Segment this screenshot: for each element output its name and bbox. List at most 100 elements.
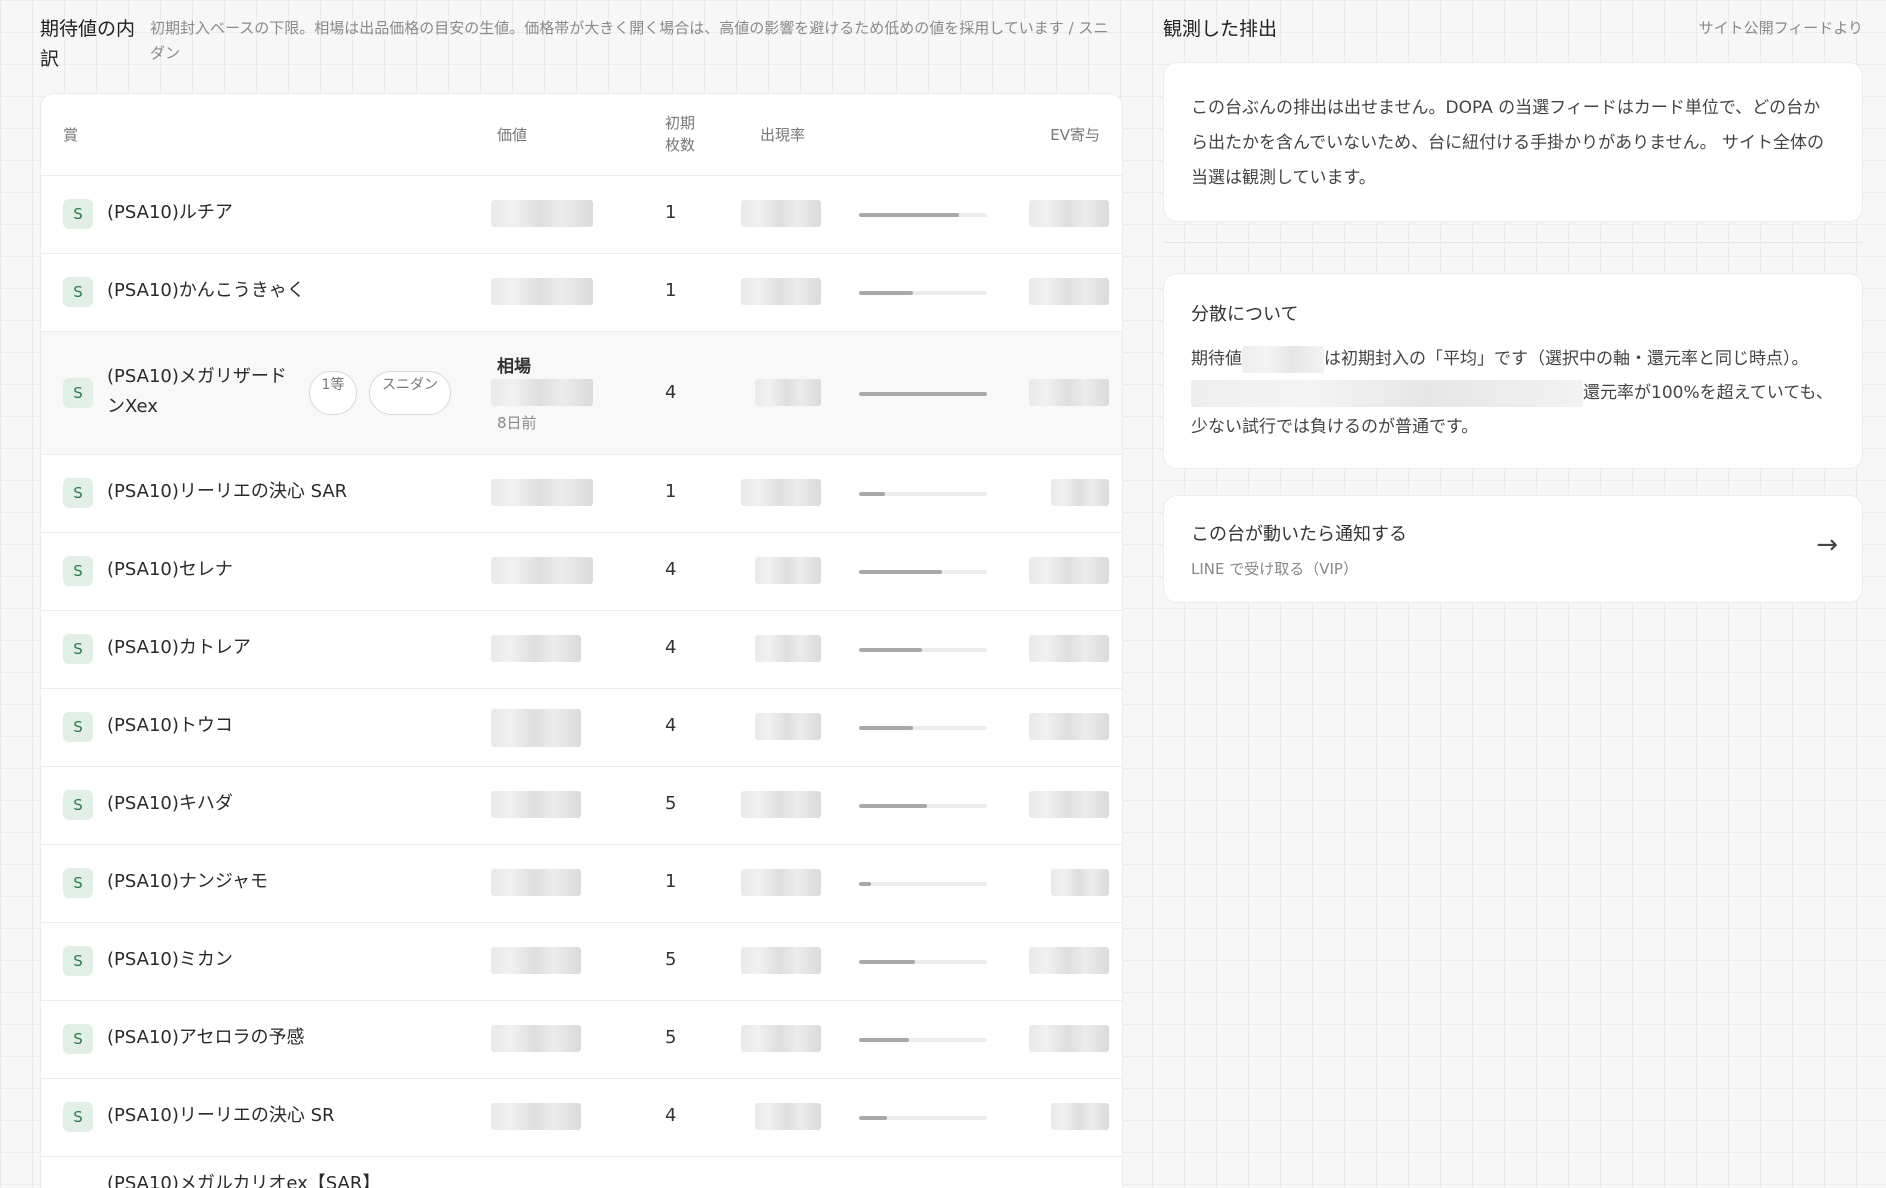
rank-tag: 1等 [309,371,357,415]
col-prize: 賞 [63,126,79,144]
rate-bar [859,492,987,496]
rate-redacted [755,713,821,740]
initial-count: 4 [665,382,677,403]
initial-count: 4 [665,559,677,580]
rate-bar [859,804,987,808]
prize-name: (PSA10)ナンジャモ [107,871,268,892]
rank-badge: S [63,946,93,976]
ev-redacted [1029,635,1109,662]
prize-name: (PSA10)アセロラの予感 [107,1027,305,1048]
rate-bar [859,726,987,730]
right-column: 観測した排出 サイト公開フィードより この台ぶんの排出は出せません。DOPA の… [1163,0,1863,603]
rate-bar-fill [859,804,927,808]
col-rate: 出現率 [760,126,806,144]
rank-badge: S [63,868,93,898]
ev-redacted [1029,200,1109,227]
table-row[interactable]: (PSA10)メガルカリオex【SAR】 [41,1157,1122,1188]
divider [1163,242,1863,243]
breakdown-title: 期待値の内訳 [40,18,136,70]
table-row[interactable]: S (PSA10)リーリエの決心 SAR 1 [41,455,1122,533]
rate-redacted [741,1025,821,1052]
variance-text-b: は初期封入の「平均」です（選択中の軸・還元率と同じ時点）。 [1324,349,1809,369]
observed-title: 観測した排出 [1163,17,1278,40]
arrow-right-icon[interactable]: → [1816,530,1838,560]
table-row[interactable]: S (PSA10)かんこうきゃく 1 [41,254,1122,332]
table-row[interactable]: S (PSA10)トウコ 4 [41,689,1122,767]
rate-bar [859,1038,987,1042]
rate-bar-fill [859,882,871,886]
table-row-highlighted[interactable]: S (PSA10)メガリザードンXex 1等 スニダン 相場 8日前 4 [41,332,1122,455]
prize-name: (PSA10)メガルカリオex【SAR】 [107,1173,381,1188]
table-row[interactable]: S (PSA10)キハダ 5 [41,767,1122,845]
prize-name: (PSA10)リーリエの決心 SAR [107,481,348,502]
prize-name: (PSA10)リーリエの決心 SR [107,1105,335,1126]
table-row[interactable]: S (PSA10)セレナ 4 [41,533,1122,611]
rate-redacted [755,1103,821,1130]
rate-bar-fill [859,726,913,730]
rate-bar-fill [859,291,913,295]
table-header: 賞 価値 初期枚数 出現率 EV寄与 [41,94,1122,176]
rate-redacted [741,479,821,506]
ev-redacted [1029,713,1109,740]
rate-bar [859,392,987,396]
stats-redacted [1191,379,1583,407]
rate-bar [859,570,987,574]
notify-subtitle: LINE で受け取る（VIP） [1191,560,1358,578]
prize-name: (PSA10)ルチア [107,202,233,223]
value-redacted [491,869,581,896]
initial-count: 1 [665,280,677,301]
ev-redacted [1051,479,1109,506]
value-redacted [491,557,593,584]
rate-bar-fill [859,570,943,574]
table-row[interactable]: S (PSA10)リーリエの決心 SR 4 [41,1079,1122,1157]
value-redacted [491,1025,581,1052]
breakdown-note: 初期封入ベースの下限。相場は出品価格の目安の生値。価格帯が大きく開く場合は、高値… [150,19,1109,62]
rank-badge: S [63,712,93,742]
observed-card: この台ぶんの排出は出せません。DOPA の当選フィードはカード単位で、どの台から… [1163,62,1863,222]
rate-redacted [755,557,821,584]
col-ev: EV寄与 [1050,126,1100,144]
value-redacted [491,791,581,818]
table-row[interactable]: S (PSA10)カトレア 4 [41,611,1122,689]
prize-name: (PSA10)ミカン [107,949,233,970]
rank-badge: S [63,790,93,820]
rate-bar [859,291,987,295]
source-tag: スニダン [369,371,451,415]
rank-badge: S [63,556,93,586]
prize-name: (PSA10)カトレア [107,637,251,658]
rate-redacted [741,278,821,305]
table-row[interactable]: S (PSA10)アセロラの予感 5 [41,1001,1122,1079]
rate-bar-fill [859,392,987,396]
notify-card[interactable]: この台が動いたら通知する LINE で受け取る（VIP） → [1163,495,1863,603]
initial-count: 4 [665,715,677,736]
value-redacted [491,479,593,506]
ev-redacted [1029,379,1109,406]
initial-count: 5 [665,949,677,970]
variance-title: 分散について [1191,304,1299,325]
rate-bar-fill [859,648,922,652]
rate-bar [859,648,987,652]
rank-badge: S [63,277,93,307]
value-redacted [491,200,593,227]
initial-count: 1 [665,202,677,223]
prize-name: (PSA10)メガリザードンXex [107,366,287,417]
rank-badge: S [63,1024,93,1054]
rate-bar [859,1116,987,1120]
notify-title: この台が動いたら通知する [1191,524,1407,545]
value-redacted [491,947,581,974]
value-redacted [491,709,581,747]
ev-redacted [1029,947,1109,974]
rank-badge: S [63,378,93,408]
ev-redacted [1029,791,1109,818]
rate-redacted [741,200,821,227]
prize-name: (PSA10)セレナ [107,559,233,580]
variance-text-a: 期待値 [1191,349,1242,369]
prize-name: (PSA10)キハダ [107,793,233,814]
breakdown-section: 期待値の内訳 初期封入ベースの下限。相場は出品価格の目安の生値。価格帯が大きく開… [40,0,1123,1188]
table-row[interactable]: S (PSA10)ナンジャモ 1 [41,845,1122,923]
rate-redacted [741,791,821,818]
rate-redacted [741,947,821,974]
table-row[interactable]: S (PSA10)ルチア 1 [41,176,1122,254]
observed-header: 観測した排出 サイト公開フィードより [1163,0,1863,52]
table-row[interactable]: S (PSA10)ミカン 5 [41,923,1122,1001]
